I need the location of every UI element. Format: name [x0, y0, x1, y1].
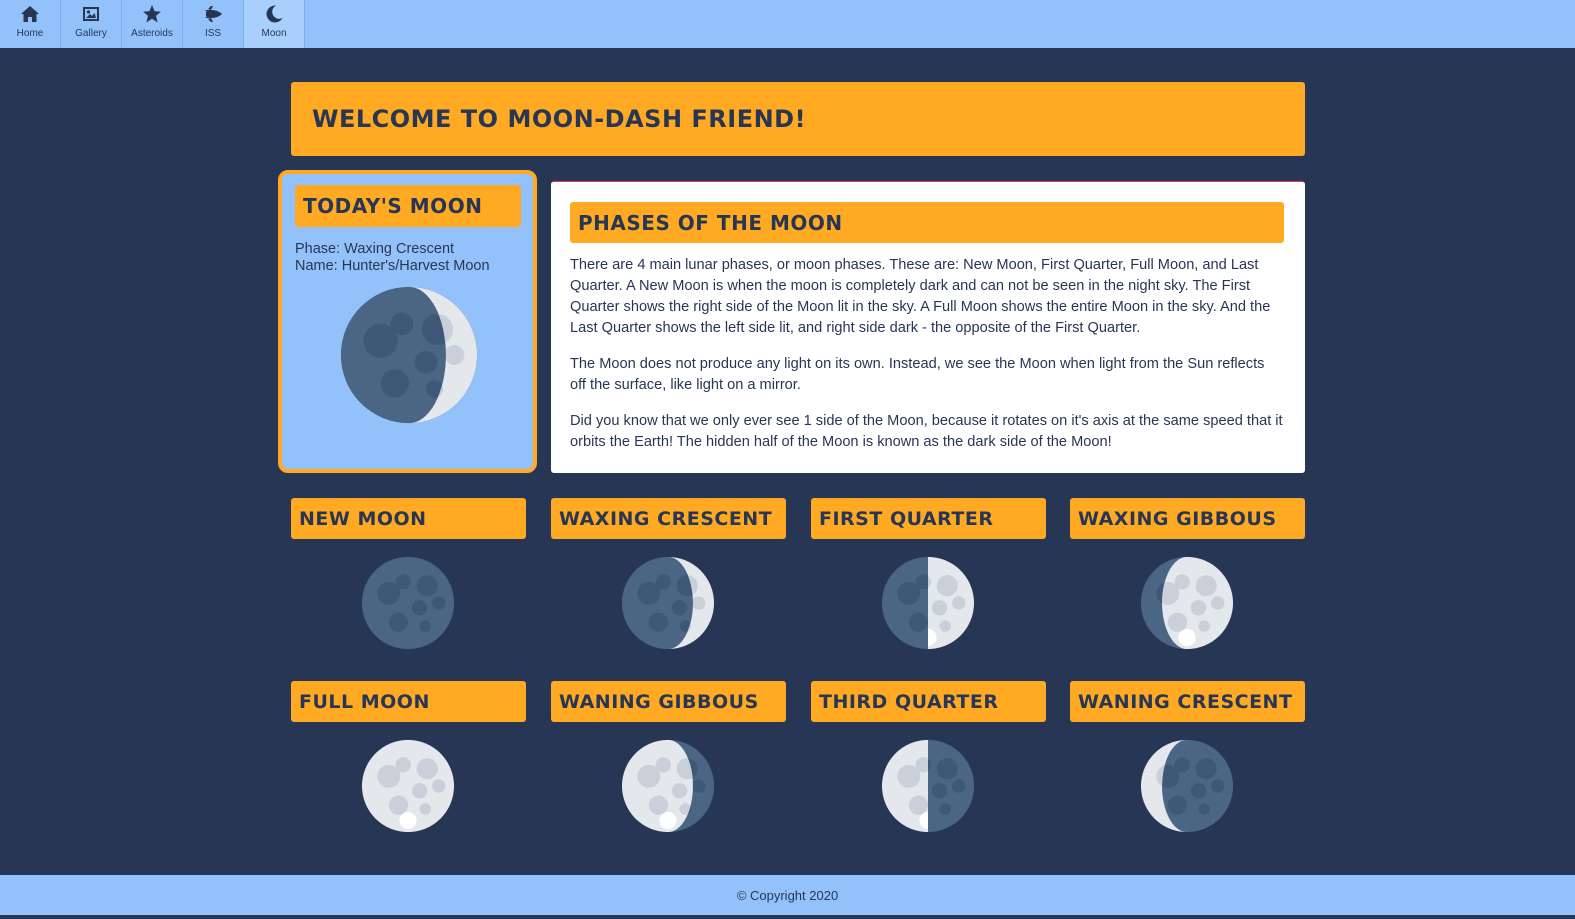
- phase-title-bar: Full Moon: [291, 681, 526, 722]
- phase-card-waxing-crescent: Waxing Crescent: [551, 498, 786, 650]
- phase-card-full-moon: Full Moon: [291, 681, 526, 833]
- phase-title: Waxing Gibbous: [1078, 507, 1277, 530]
- todays-moon-card: Today's Moon Phase: Waxing Crescent Name…: [278, 170, 537, 473]
- footer: © Copyright 2020: [0, 875, 1575, 915]
- copyright-text: © Copyright 2020: [736, 887, 839, 903]
- phase-card-waning-crescent: Waning Crescent: [1070, 681, 1305, 833]
- third-quarter-image: [881, 739, 975, 833]
- todays-moon-image: [340, 286, 478, 424]
- phase-title: Full Moon: [299, 690, 430, 713]
- nav-label: Asteroids: [131, 28, 173, 39]
- phase-card-waxing-gibbous: Waxing Gibbous: [1070, 498, 1305, 650]
- phase-title-bar: First Quarter: [811, 498, 1046, 539]
- phase-title: Waxing Crescent: [559, 507, 773, 530]
- phase-card-first-quarter: First Quarter: [811, 498, 1046, 650]
- nav-item-iss[interactable]: ISS: [183, 0, 244, 48]
- waning-crescent-image: [1140, 739, 1234, 833]
- phase-card-third-quarter: Third Quarter: [811, 681, 1046, 833]
- todays-moon-info: Phase: Waxing Crescent Name: Hunter's/Ha…: [295, 241, 490, 275]
- phase-title-bar: Waxing Gibbous: [1070, 498, 1305, 539]
- phases-paragraph: There are 4 main lunar phases, or moon p…: [570, 257, 1271, 336]
- nav-label: Home: [16, 28, 44, 39]
- welcome-banner: Welcome to Moon-Dash Friend!: [291, 82, 1305, 156]
- page-title: Welcome to Moon-Dash Friend!: [312, 105, 807, 133]
- phase-title: New Moon: [299, 507, 427, 530]
- nav-label: ISS: [204, 28, 222, 39]
- phase-title-bar: Waning Gibbous: [551, 681, 786, 722]
- phase-card-waning-gibbous: Waning Gibbous: [551, 681, 786, 833]
- phase-title-bar: Waxing Crescent: [551, 498, 786, 539]
- waxing-gibbous-image: [1140, 556, 1234, 650]
- bottom-edge: [0, 915, 1575, 919]
- phase-card-new-moon: New Moon: [291, 498, 526, 650]
- todays-moon-title-bar: Today's Moon: [295, 185, 521, 227]
- phase-title: Waning Crescent: [1078, 690, 1293, 713]
- phases-info-card: Phases of the Moon There are 4 main luna…: [551, 181, 1305, 473]
- phase-title: Third Quarter: [819, 690, 999, 713]
- home-icon: [21, 6, 39, 22]
- nav-item-asteroids[interactable]: Asteroids: [122, 0, 183, 48]
- star-icon: [143, 5, 161, 23]
- phase-title: Waning Gibbous: [559, 690, 759, 713]
- phase-title-bar: Waning Crescent: [1070, 681, 1305, 722]
- phases-body: There are 4 main lunar phases, or moon p…: [570, 255, 1284, 468]
- nav-label: Moon: [261, 28, 287, 39]
- waning-gibbous-image: [621, 739, 715, 833]
- nav-item-gallery[interactable]: Gallery: [61, 0, 122, 48]
- phase-title-bar: New Moon: [291, 498, 526, 539]
- phases-title: Phases of the Moon: [578, 210, 843, 235]
- moon-icon: [266, 5, 283, 23]
- full-moon-image: [361, 739, 455, 833]
- todays-moon-name: Name: Hunter's/Harvest Moon: [295, 258, 490, 274]
- phase-title-bar: Third Quarter: [811, 681, 1046, 722]
- phase-title: First Quarter: [819, 507, 994, 530]
- todays-moon-phase: Phase: Waxing Crescent: [295, 241, 455, 257]
- nav-item-moon[interactable]: Moon: [244, 0, 305, 48]
- waxing-crescent-image: [621, 556, 715, 650]
- image-icon: [83, 7, 99, 21]
- moon-lit-side: [361, 739, 455, 833]
- top-nav: Home Gallery Asteroids ISS Moon: [0, 0, 1575, 48]
- nav-item-home[interactable]: Home: [0, 0, 61, 48]
- first-quarter-image: [881, 556, 975, 650]
- new-moon-image: [361, 556, 455, 650]
- nav-label: Gallery: [75, 28, 107, 39]
- phases-paragraph: Did you know that we only ever see 1 sid…: [570, 413, 1283, 450]
- space-shuttle-icon: [205, 6, 222, 22]
- todays-moon-title: Today's Moon: [303, 194, 483, 218]
- phases-title-bar: Phases of the Moon: [570, 202, 1284, 243]
- phases-paragraph: The Moon does not produce any light on i…: [570, 356, 1265, 393]
